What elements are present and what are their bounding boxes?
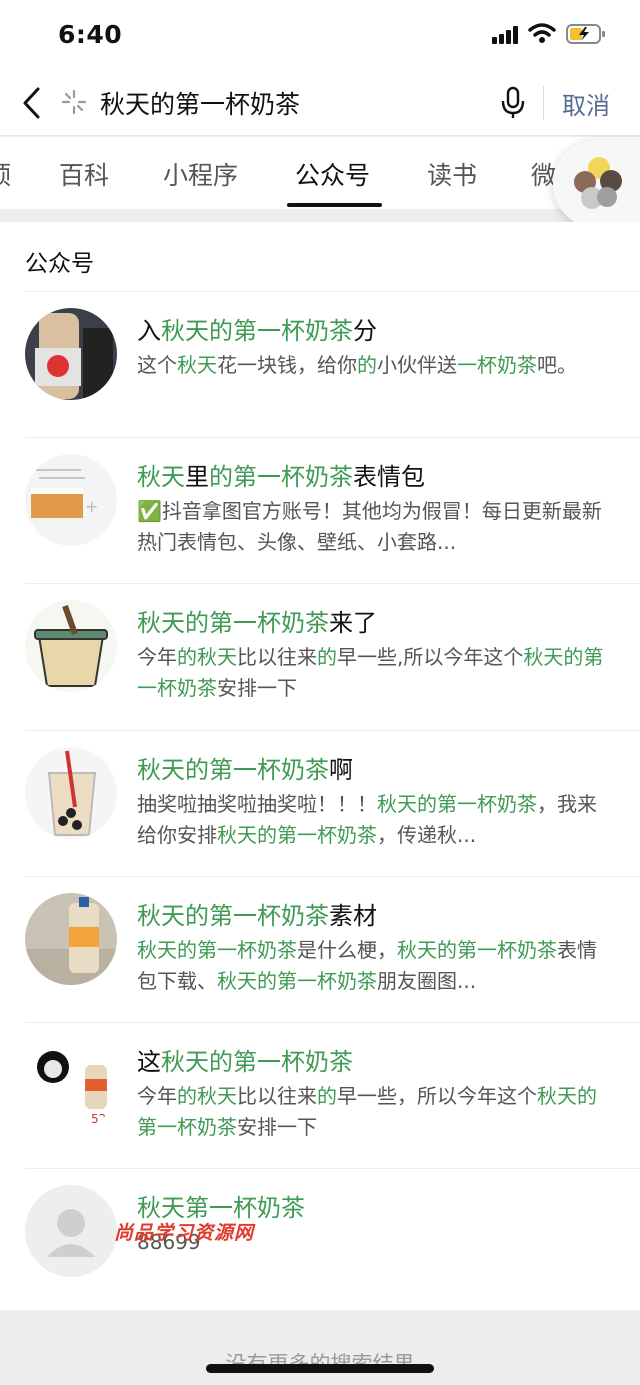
battery-charging-icon (566, 24, 605, 44)
result-description: 今年的秋天比以往来的早一些,所以今年这个秋天的第一杯奶茶安排一下 (137, 645, 604, 700)
result-divider (25, 437, 640, 438)
result-item[interactable]: 秋天的第一杯奶茶素材秋天的第一杯奶茶是什么梗，秋天的第一杯奶茶表情包下载、秋天的… (0, 876, 640, 1022)
result-divider (25, 291, 640, 292)
result-title[interactable]: 秋天的第一杯奶茶来了 (137, 603, 377, 638)
loading-spinner-icon (61, 89, 87, 115)
result-title[interactable]: 秋天里的第一杯奶茶表情包 (137, 457, 425, 492)
search-input[interactable]: 秋天的第一杯奶茶 (100, 85, 300, 121)
result-title[interactable]: 入秋天的第一杯奶茶分 (137, 311, 377, 346)
search-bar-separator (543, 86, 544, 120)
default-avatar-avatar[interactable] (25, 1185, 117, 1277)
result-divider (25, 583, 640, 584)
status-time: 6:40 (58, 20, 123, 49)
bubble-tea-glass-avatar[interactable] (25, 747, 117, 839)
result-description: 这个秋天花一块钱，给你的小伙伴送一杯奶茶吧。 (137, 353, 577, 377)
result-title[interactable]: 秋天的第一杯奶茶素材 (137, 896, 377, 931)
result-item[interactable]: 秋天的第一杯奶茶啊抽奖啦抽奖啦抽奖啦！！！秋天的第一杯奶茶，我来给你安排秋天的第… (0, 730, 640, 876)
svg-text:+: + (85, 497, 98, 516)
cancel-button[interactable]: 取消 (562, 86, 610, 121)
section-title: 公众号 (25, 251, 94, 277)
back-arrow-icon[interactable] (20, 86, 44, 120)
result-item[interactable]: 52 这秋天的第一杯奶茶今年的秋天比以往来的早一些，所以今年这个秋天的第一杯奶茶安… (0, 1022, 640, 1168)
status-bar: 6:40 (0, 0, 640, 70)
active-tab-indicator (287, 203, 382, 207)
milk-tea-bottle-avatar[interactable] (25, 308, 117, 400)
result-title[interactable]: 秋天的第一杯奶茶啊 (137, 750, 353, 785)
result-divider (25, 876, 640, 877)
microphone-icon[interactable] (500, 86, 526, 120)
tab-mini-programs[interactable]: 小程序 (163, 156, 238, 192)
milk-tea-cup-avatar[interactable] (25, 600, 117, 692)
tab-books[interactable]: 读书 (427, 156, 477, 192)
result-item[interactable]: 秋天的第一杯奶茶来了今年的秋天比以往来的早一些,所以今年这个秋天的第一杯奶茶安排… (0, 583, 640, 729)
no-more-results-text: 没有更多的搜索结果 (0, 1348, 640, 1378)
watermark: 尚品学习资源网 (114, 1222, 255, 1244)
results-card: 公众号 入秋天的第一杯奶茶分这个秋天花一块钱，给你的小伙伴送一杯奶茶吧。 + 秋天里… (0, 222, 640, 1310)
sticker-preview-avatar[interactable]: + (25, 454, 117, 546)
wifi-icon (528, 23, 556, 43)
svg-text:52: 52 (91, 1112, 106, 1126)
result-description: 抽奖啦抽奖啦抽奖啦！！！秋天的第一杯奶茶，我来给你安排秋天的第一杯奶茶，传递秋.… (137, 792, 597, 847)
result-item[interactable]: + 秋天里的第一杯奶茶表情包 ✅抖音拿图官方账号！其他均为假冒！每日更新最新热门表情… (0, 437, 640, 583)
result-description: 今年的秋天比以往来的早一些，所以今年这个秋天的第一杯奶茶安排一下 (137, 1084, 597, 1139)
category-tabs: 顶 百科 小程序 公众号 读书 微 (0, 137, 640, 209)
tab-baike[interactable]: 百科 (59, 156, 109, 192)
panda-meme-avatar[interactable]: 52 (25, 1039, 117, 1131)
floating-assistant-button[interactable] (553, 140, 640, 228)
search-bar: 秋天的第一杯奶茶 取消 (0, 70, 640, 136)
result-title[interactable]: 这秋天的第一杯奶茶 (137, 1042, 353, 1077)
result-item[interactable]: 秋天第一杯奶茶 88699 (0, 1168, 640, 1314)
result-divider (25, 1022, 640, 1023)
result-divider (25, 1168, 640, 1169)
tab-partial-left[interactable]: 顶 (0, 156, 11, 192)
result-divider (25, 730, 640, 731)
home-indicator (206, 1364, 434, 1373)
result-description: ✅抖音拿图官方账号！其他均为假冒！每日更新最新热门表情包、头像、壁纸、小套路..… (137, 499, 602, 554)
result-item[interactable]: 入秋天的第一杯奶茶分这个秋天花一块钱，给你的小伙伴送一杯奶茶吧。 (0, 291, 640, 437)
cellular-signal-icon (492, 26, 518, 44)
colored-dots-icon (574, 157, 622, 209)
tab-official-accounts[interactable]: 公众号 (295, 156, 370, 192)
result-description: 秋天的第一杯奶茶是什么梗，秋天的第一杯奶茶表情包下载、秋天的第一杯奶茶朋友圈图.… (137, 938, 597, 993)
milk-tea-bottle-desk-avatar[interactable] (25, 893, 117, 985)
